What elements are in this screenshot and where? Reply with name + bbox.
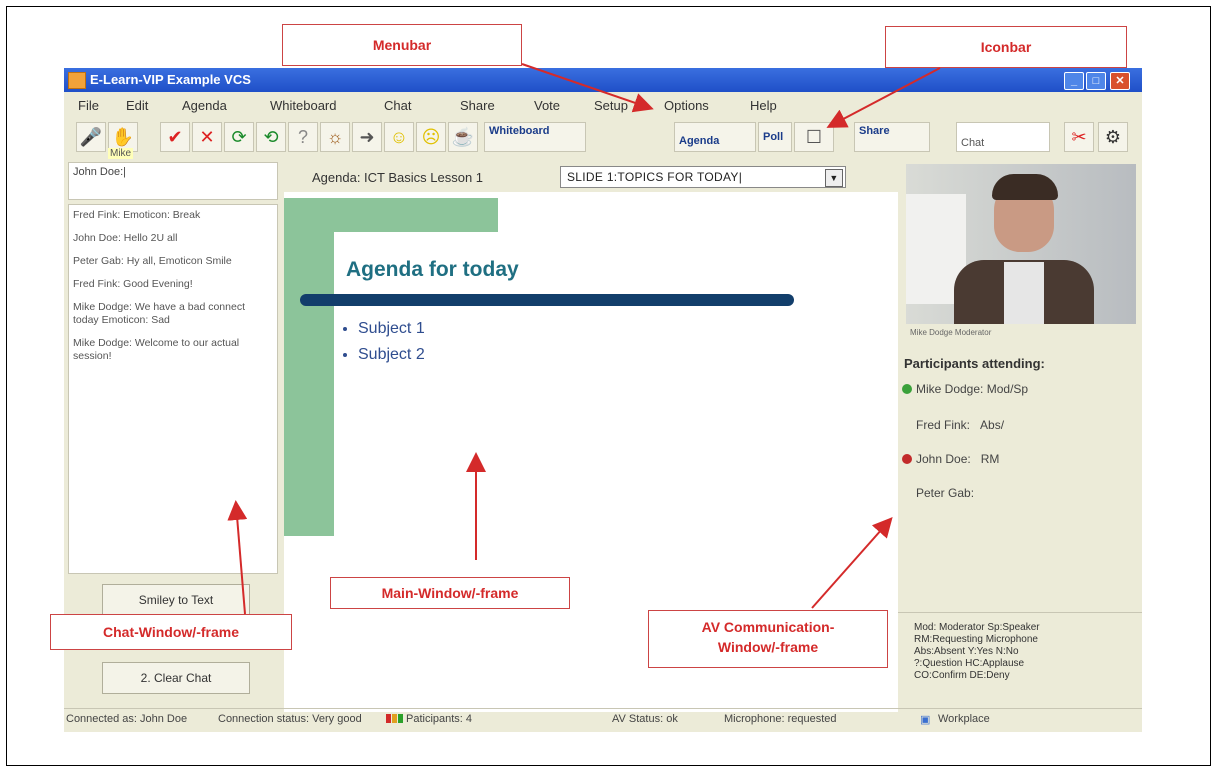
microphone-icon[interactable]: 🎤 [76, 122, 106, 152]
menu-agenda[interactable]: Agenda [182, 98, 227, 113]
callout-chat-window: Chat-Window/-frame [50, 614, 292, 650]
smiley-to-text-button[interactable]: Smiley to Text [102, 584, 250, 616]
menu-edit[interactable]: Edit [126, 98, 148, 113]
sync-icon[interactable]: ⟲ [256, 122, 286, 152]
agenda-button[interactable]: Agenda [674, 122, 756, 152]
settings-icon[interactable]: ⚙ [1098, 122, 1128, 152]
slide-bullet: Subject 1 [358, 316, 425, 342]
app-icon [68, 72, 86, 89]
share-button[interactable]: Share [854, 122, 930, 152]
signal-bar [392, 714, 397, 723]
menu-chat[interactable]: Chat [384, 98, 411, 113]
sad-icon[interactable]: ☹ [416, 122, 446, 152]
menu-file[interactable]: File [78, 98, 99, 113]
signal-bar [398, 714, 403, 723]
minimize-button[interactable]: _ [1064, 72, 1084, 90]
status-av: AV Status: ok [612, 713, 678, 725]
iconbar: 🎤 ✋ ✔ ✕ ⟳ ⟲ ? ☼ ➜ ☺ ☹ ☕ Whiteboard Agend… [64, 118, 1142, 156]
signal-bar [386, 714, 391, 723]
menu-whiteboard[interactable]: Whiteboard [270, 98, 336, 113]
microphone-request-icon [902, 454, 912, 464]
mike-tooltip: Mike [108, 148, 134, 159]
workplace-icon: ▣ [920, 714, 931, 726]
applause-icon[interactable]: ☼ [320, 122, 350, 152]
coffee-break-icon[interactable]: ☕ [448, 122, 478, 152]
menu-setup[interactable]: Setup [594, 98, 628, 113]
video-feed [906, 164, 1136, 324]
callout-iconbar: Iconbar [885, 26, 1127, 68]
slide-bullets: Subject 1 Subject 2 [336, 316, 425, 368]
callout-menubar: Menubar [282, 24, 522, 66]
agenda-label: Agenda: ICT Basics Lesson 1 [312, 170, 484, 185]
poll-icon[interactable]: ☐ [794, 122, 834, 152]
microphone-on-icon [902, 384, 912, 394]
participants-title: Participants attending: [904, 356, 1045, 371]
refresh-icon[interactable]: ⟳ [224, 122, 254, 152]
video-caption: Mike Dodge Moderator [910, 328, 992, 337]
arrow-icon[interactable]: ➜ [352, 122, 382, 152]
chat-log: Fred Fink: Emoticon: Break John Doe: Hel… [68, 204, 278, 574]
window-title: E-Learn-VIP Example VCS [90, 72, 251, 87]
slide-select[interactable]: SLIDE 1:TOPICS FOR TODAY| ▼ [560, 166, 846, 188]
chat-message: Mike Dodge: Welcome to our actual sessio… [73, 337, 240, 362]
status-legend: Mod: Moderator Sp:Speaker RM:Requesting … [914, 622, 1040, 681]
agenda-bar: Agenda: ICT Basics Lesson 1 SLIDE 1:TOPI… [284, 162, 898, 190]
participant-row[interactable]: John Doe: RM [916, 452, 999, 466]
callout-main-window: Main-Window/-frame [330, 577, 570, 609]
participant-row[interactable]: Fred Fink: Abs/ [916, 418, 1004, 432]
menubar: File Edit Agenda Whiteboard Chat Share V… [64, 94, 1142, 116]
question-icon[interactable]: ? [288, 122, 318, 152]
slide-bullet: Subject 2 [358, 342, 425, 368]
slide-decoration [284, 198, 334, 536]
chat-message: John Doe: Hello 2U all [73, 232, 178, 244]
check-icon[interactable]: ✔ [160, 122, 190, 152]
participant-row[interactable]: Peter Gab: [916, 486, 974, 500]
chat-message: Fred Fink: Good Evening! [73, 278, 193, 290]
whiteboard-button[interactable]: Whiteboard [484, 122, 586, 152]
chevron-down-icon[interactable]: ▼ [825, 169, 843, 187]
chat-quick-field[interactable]: Chat [956, 122, 1050, 152]
chat-message: Peter Gab: Hy all, Emoticon Smile [73, 255, 232, 267]
slide-rule [300, 294, 794, 306]
title-bar: E-Learn-VIP Example VCS _ □ ✕ [64, 68, 1142, 92]
participant-row[interactable]: Mike Dodge: Mod/Sp [916, 382, 1028, 396]
poll-button[interactable]: Poll [758, 122, 792, 152]
callout-av-window: AV Communication- Window/-frame [648, 610, 888, 668]
status-participants: Paticipants: 4 [406, 713, 473, 725]
maximize-button[interactable]: □ [1086, 72, 1106, 90]
status-bar: Connected as: John Doe Connection status… [64, 708, 1142, 729]
slide-title: Agenda for today [346, 258, 519, 281]
close-button[interactable]: ✕ [1110, 72, 1130, 90]
disconnect-icon[interactable]: ✂ [1064, 122, 1094, 152]
chat-message: Mike Dodge: We have a bad connect today … [73, 301, 245, 326]
menu-vote[interactable]: Vote [534, 98, 560, 113]
menu-options[interactable]: Options [664, 98, 709, 113]
clear-chat-button[interactable]: 2. Clear Chat [102, 662, 250, 694]
deny-icon[interactable]: ✕ [192, 122, 222, 152]
chat-message: Fred Fink: Emoticon: Break [73, 209, 201, 221]
menu-share[interactable]: Share [460, 98, 495, 113]
chat-input[interactable]: John Doe:| [68, 162, 278, 200]
workplace-link[interactable]: Workplace [938, 713, 990, 725]
smile-icon[interactable]: ☺ [384, 122, 414, 152]
status-connected: Connected as: John Doe [66, 713, 188, 725]
status-microphone: Microphone: requested [724, 713, 837, 725]
status-connection: Connection status: Very good [218, 713, 362, 725]
slide-select-value: SLIDE 1:TOPICS FOR TODAY| [567, 170, 743, 184]
menu-help[interactable]: Help [750, 98, 777, 113]
